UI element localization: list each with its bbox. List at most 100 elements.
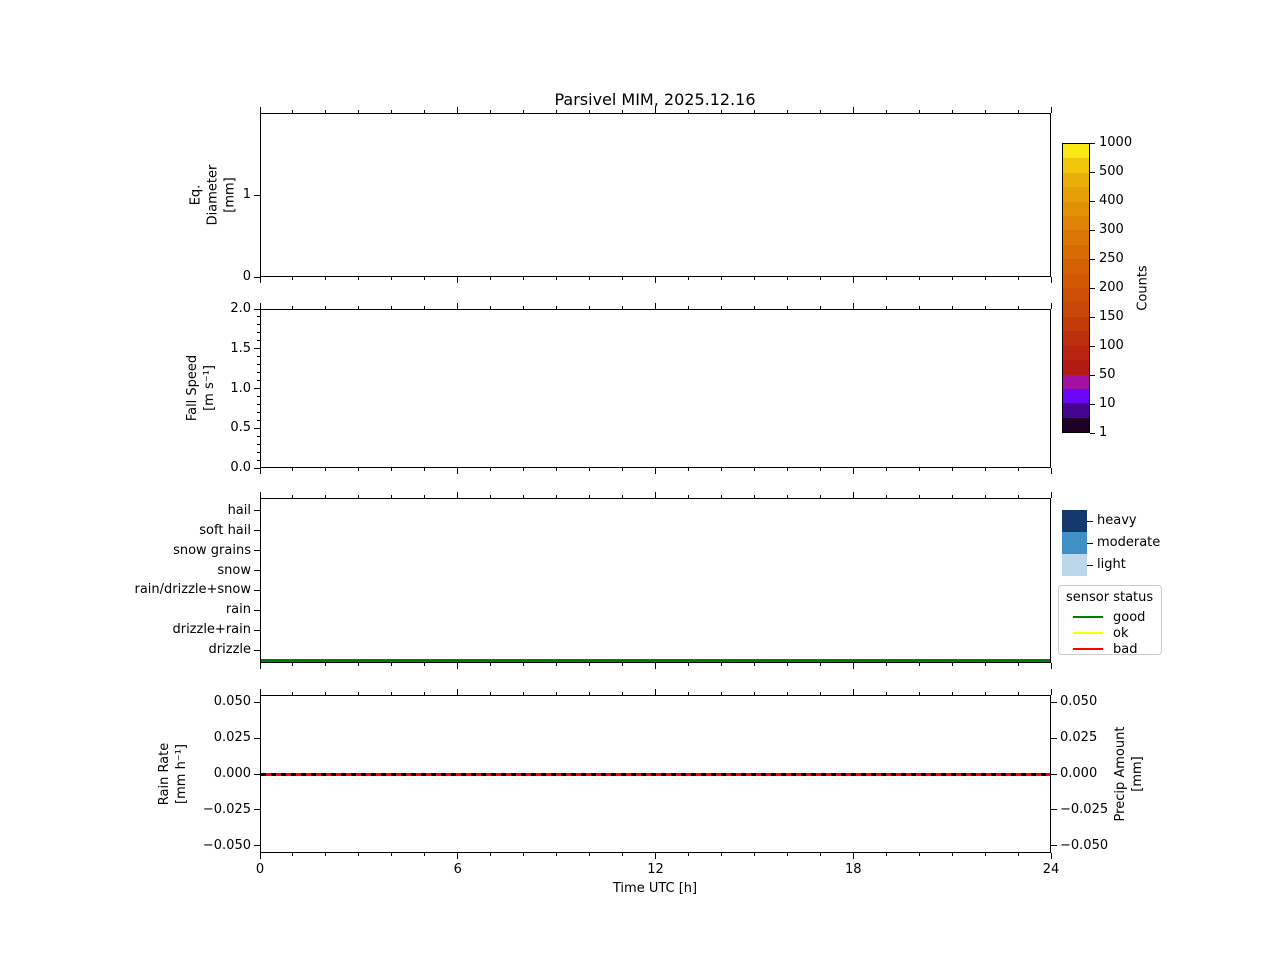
x-tick [1017,663,1019,666]
x-tick [951,468,953,471]
colorbar-band [1063,316,1089,332]
x-tick [885,663,887,666]
x-tick [951,306,953,309]
x-tick [852,277,854,283]
colorbar-tick [1090,200,1095,202]
colorbar-tick [1090,403,1095,405]
y-tick [254,348,260,350]
intensity-swatch-moderate [1062,532,1087,554]
y-tick-right [1051,809,1057,811]
x-tick [819,853,821,856]
x-tick [655,663,656,669]
x-tick [292,692,294,695]
sensor-line-good [1073,616,1103,618]
x-tick [358,853,360,856]
colorbar-band [1063,403,1089,418]
x-tick [259,468,261,474]
panel-weather-code [260,498,1051,663]
x-tick [885,495,887,498]
x-tick [951,663,953,666]
colorbar-band [1063,360,1089,375]
panel-fall-speed [260,309,1051,468]
x-tick [292,663,294,666]
x-tick [457,468,459,474]
colorbar-band [1063,273,1089,289]
colorbar-band [1063,230,1089,245]
colorbar-band [1063,158,1089,173]
x-tick [984,306,986,309]
x-tick [819,468,821,471]
y-tick [254,809,260,811]
colorbar-tick [1090,345,1095,347]
x-tick [753,468,755,471]
x-tick [753,277,755,280]
y-tick [257,395,260,397]
x-tick [457,853,459,859]
y-tick [257,380,260,382]
x-tick [622,853,624,856]
colorbar-tick-label: 50 [1099,367,1116,382]
x-tick [358,468,360,471]
category-label: soft hail [199,522,251,538]
x-tick [556,853,558,856]
x-tick [391,853,393,856]
colorbar-band [1063,288,1089,303]
x-tick [1050,468,1052,474]
y-tick-label: 0.5 [230,420,251,436]
x-tick [786,306,788,309]
x-tick [589,110,591,113]
x-tick [951,692,953,695]
x-tick [655,689,656,695]
colorbar-band [1063,331,1089,346]
x-tick [885,853,887,856]
x-tick [655,107,656,113]
category-label: rain/drizzle+snow [134,582,252,598]
y-tick-label: 0 [242,269,251,284]
x-tick [1017,306,1019,309]
ylabel-rain-rate: Rain Rate [mm h⁻¹] [157,742,189,806]
x-tick [556,277,558,280]
intensity-label: moderate [1097,535,1161,550]
y-tick [254,570,260,572]
x-tick [457,277,459,283]
x-tick [753,853,755,856]
y-tick [254,845,260,847]
x-tick [424,692,426,695]
x-tick [391,306,393,309]
x-tick [424,663,426,666]
intensity-tick [1087,520,1093,522]
y-tick [257,419,260,421]
x-tick [457,492,459,498]
x-tick [424,468,426,471]
x-tick [391,495,393,498]
x-tick [918,495,920,498]
y-tick [254,701,260,703]
x-tick [622,110,624,113]
x-tick [819,110,821,113]
y-tick-label: 0.0 [230,460,251,475]
y-tick [257,340,260,342]
x-tick [325,663,327,666]
y-tick [254,649,260,651]
y-tick [254,550,260,552]
y-tick-label-right: −0.050 [1060,837,1109,853]
x-tick [687,306,689,309]
y-tick [257,459,260,461]
x-tick [292,495,294,498]
x-tick [885,306,887,309]
intensity-label: light [1097,557,1126,572]
x-tick [951,277,953,280]
x-tick [951,110,953,113]
y-tick-label-right: 0.050 [1060,694,1098,710]
sensor-line-ok [1073,632,1103,634]
x-tick [984,110,986,113]
y-tick [254,427,260,429]
x-tick [753,692,755,695]
x-tick [523,306,525,309]
colorbar-tick [1090,142,1095,144]
colorbar-band [1063,417,1089,433]
x-tick [523,853,525,856]
x-tick [622,495,624,498]
x-tick [786,110,788,113]
x-tick [1050,689,1052,695]
